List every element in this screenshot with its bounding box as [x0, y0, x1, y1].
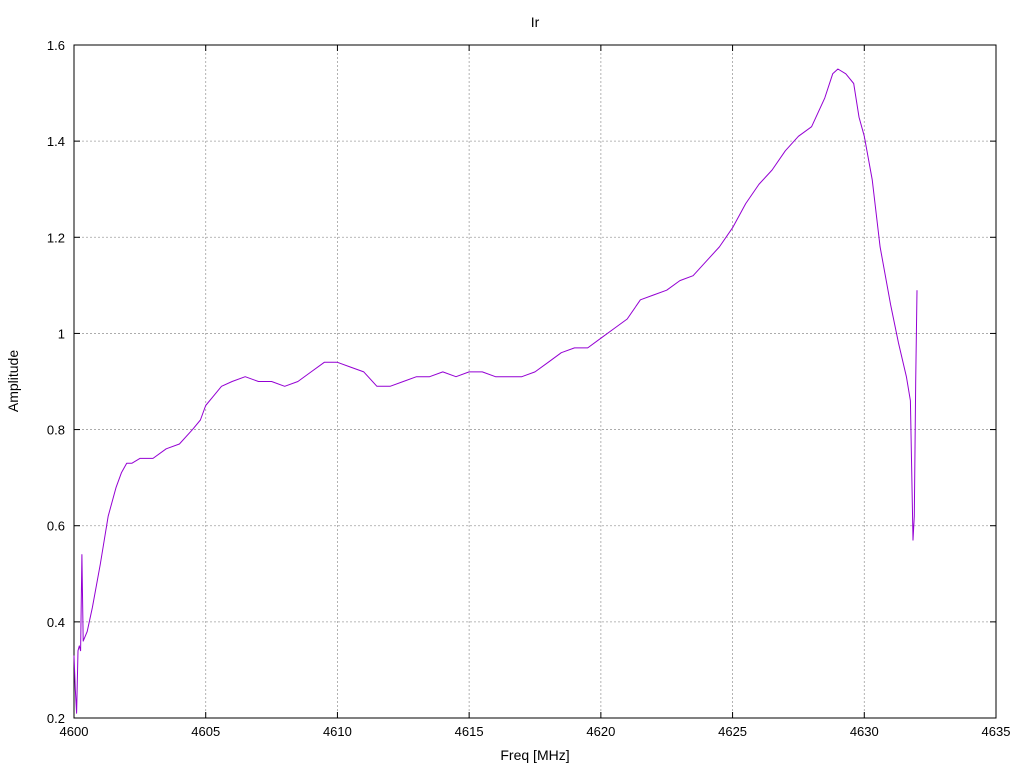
x-tick-label: 4635	[982, 724, 1011, 739]
x-tick-label: 4620	[586, 724, 615, 739]
x-tick-label: 4625	[718, 724, 747, 739]
series-layer	[73, 68, 918, 714]
y-axis-label: Amplitude	[5, 350, 21, 412]
chart-title: Ir	[531, 14, 540, 30]
x-tick-label: 4600	[60, 724, 89, 739]
y-tick-label: 0.8	[47, 423, 65, 438]
x-axis-label: Freq [MHz]	[500, 747, 569, 763]
y-tick-label: 0.2	[47, 711, 65, 726]
x-tick-label: 4615	[455, 724, 484, 739]
y-tick-label: 0.6	[47, 519, 65, 534]
y-tick-label: 1	[58, 326, 65, 341]
y-tick-label: 1.4	[47, 134, 65, 149]
y-tick-label: 1.6	[47, 38, 65, 53]
series-line	[73, 68, 918, 714]
grid-lines	[74, 45, 996, 718]
y-tick-label: 0.4	[47, 615, 65, 630]
line-chart: 4600 4605 4610 4615 4620 4625 4630 4635 0.2 0.4 0.…	[5, 14, 1011, 763]
y-tick-label: 1.2	[47, 230, 65, 245]
plot-frame	[73, 44, 997, 719]
x-tick-label: 4630	[850, 724, 879, 739]
x-tick-label: 4605	[191, 724, 220, 739]
x-tick-label: 4610	[323, 724, 352, 739]
